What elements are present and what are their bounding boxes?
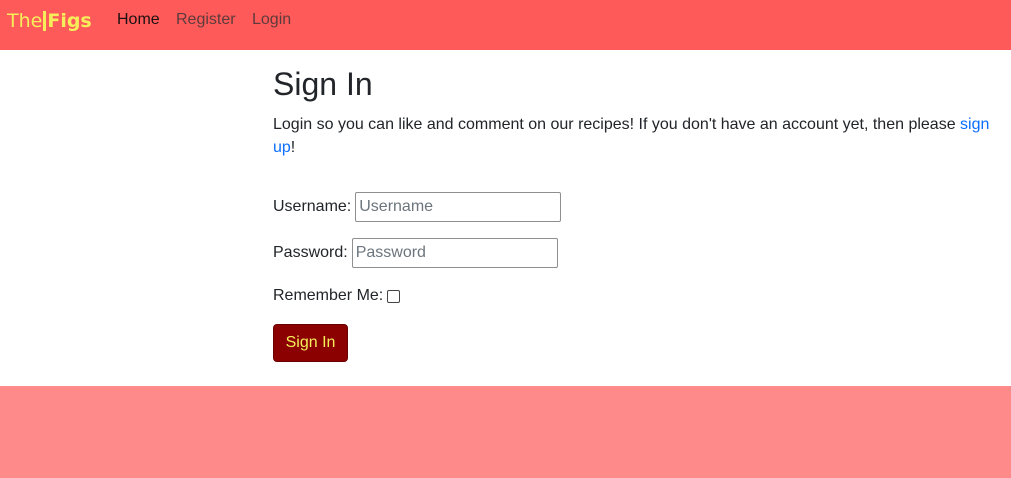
intro-text-end: ! xyxy=(290,139,296,156)
username-input[interactable] xyxy=(355,192,562,222)
footer xyxy=(0,386,1011,478)
brand-logo[interactable]: The Figs xyxy=(7,9,92,33)
username-row: Username: xyxy=(273,192,562,222)
brand-divider xyxy=(43,11,47,31)
page-title: Sign In xyxy=(273,66,373,102)
remember-checkbox[interactable] xyxy=(387,289,401,303)
intro-text-body: Login so you can like and comment on our… xyxy=(273,116,961,133)
intro-text: Login so you can like and comment on our… xyxy=(273,113,1003,159)
password-label: Password: xyxy=(273,244,348,261)
password-row: Password: xyxy=(273,238,558,268)
navbar: The Figs Home Register Login xyxy=(0,0,1011,50)
nav-link-login[interactable]: Login xyxy=(252,11,291,29)
nav-link-register[interactable]: Register xyxy=(176,11,236,29)
username-label: Username: xyxy=(273,198,352,215)
password-input[interactable] xyxy=(351,238,558,268)
remember-label: Remember Me: xyxy=(273,287,384,304)
nav-link-home[interactable]: Home xyxy=(117,11,160,29)
brand-name: Figs xyxy=(47,10,92,32)
remember-row: Remember Me: xyxy=(273,286,401,306)
brand-prefix: The xyxy=(7,10,43,32)
sign-in-button[interactable]: Sign In xyxy=(273,324,348,362)
